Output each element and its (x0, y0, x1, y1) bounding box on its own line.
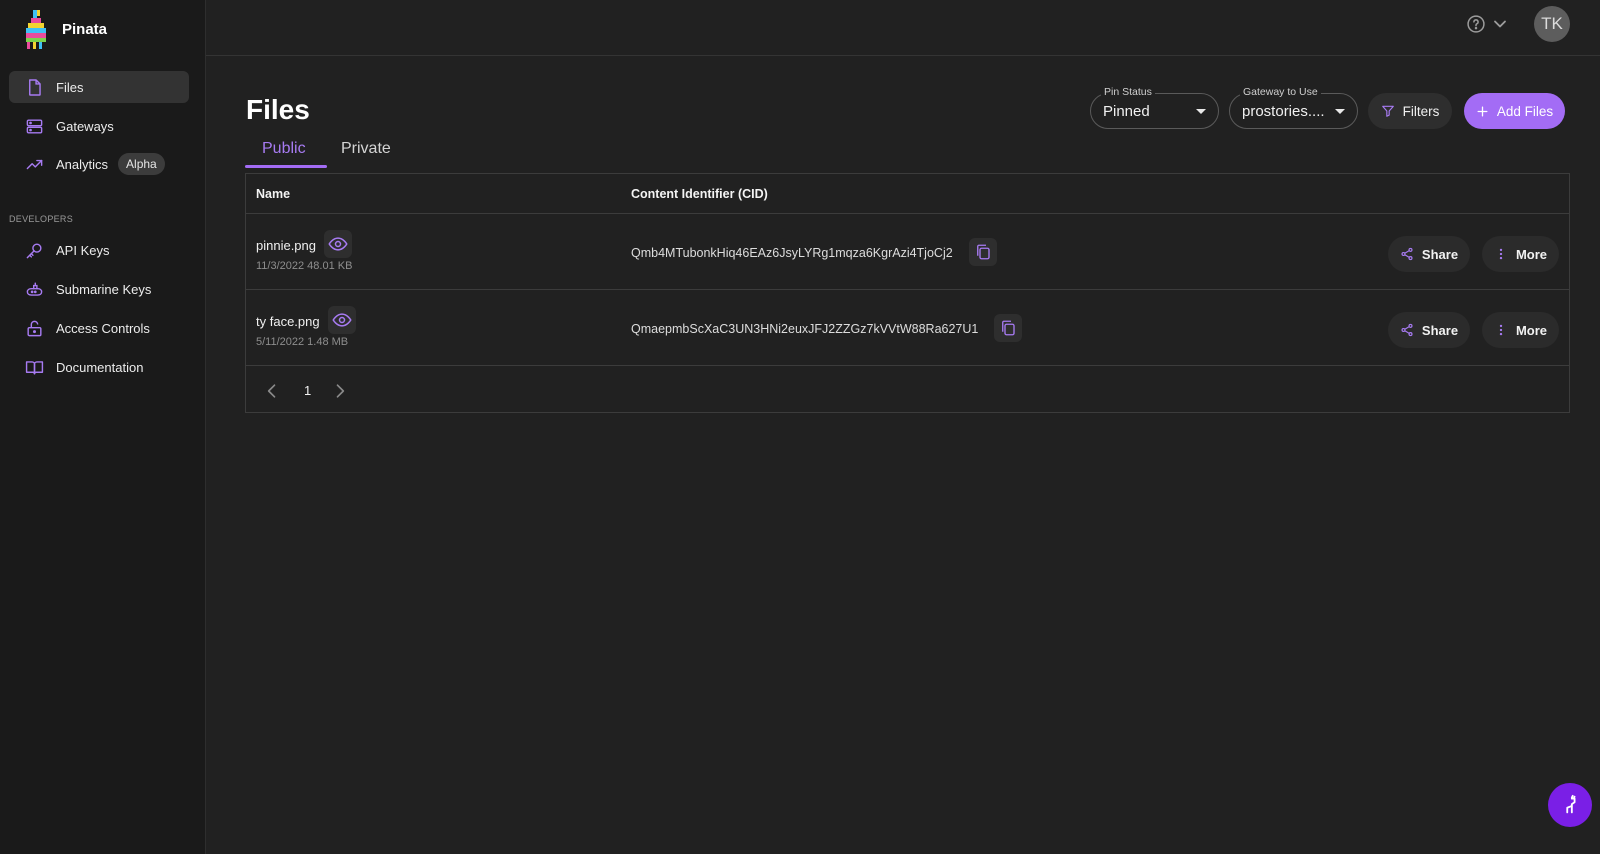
more-vertical-icon (1499, 324, 1503, 336)
preview-button[interactable] (324, 230, 352, 258)
column-header-cid: Content Identifier (CID) (631, 187, 768, 201)
eye-icon (328, 237, 348, 251)
top-bar: TK (206, 0, 1600, 56)
gateway-value: prostories.... (1242, 103, 1325, 120)
table-header: Name Content Identifier (CID) (246, 174, 1569, 214)
file-icon (29, 78, 41, 96)
chevron-down-icon (1494, 20, 1506, 28)
brand-name: Pinata (62, 20, 108, 38)
pin-status-select[interactable]: Pin Status Pinned (1090, 86, 1219, 129)
copy-icon (977, 244, 990, 260)
current-page[interactable]: 1 (304, 383, 311, 398)
pagination: 1 (246, 368, 1569, 414)
sidebar-item-gateways[interactable]: Gateways (9, 110, 189, 142)
active-tab-indicator (245, 165, 327, 168)
file-meta: 5/11/2022 1.48 MB (256, 336, 349, 348)
support-chat-button[interactable] (1548, 783, 1592, 827)
pinata-logo-icon (26, 10, 46, 49)
table-row: ty face.png 5/11/2022 1.48 MB QmaepmbScX… (246, 290, 1569, 366)
more-vertical-icon (1499, 248, 1503, 260)
sidebar-item-files[interactable]: Files (9, 71, 189, 103)
sidebar-item-submarine-keys[interactable]: Submarine Keys (9, 273, 189, 305)
sidebar-item-label: API Keys (56, 242, 110, 258)
sidebar-item-label: Analytics (56, 156, 109, 172)
sidebar-item-label: Access Controls (56, 320, 150, 336)
add-files-label: Add Files (1496, 103, 1554, 119)
filter-icon (1381, 105, 1394, 117)
table-row: pinnie.png 11/3/2022 48.01 KB Qmb4MTubon… (246, 214, 1569, 290)
preview-button[interactable] (328, 306, 356, 334)
sidebar-item-api-keys[interactable]: API Keys (9, 234, 189, 266)
file-cid[interactable]: Qmb4MTubonkHiq46EAz6JsyLYRg1mqza6KgrAzi4… (631, 246, 953, 260)
share-icon (1401, 247, 1413, 261)
help-menu[interactable] (1466, 14, 1510, 34)
llama-icon (1566, 794, 1576, 814)
eye-icon (332, 313, 352, 327)
chevron-right-icon[interactable] (330, 381, 350, 401)
tab-private[interactable]: Private (341, 140, 391, 158)
files-table: Name Content Identifier (CID) pinnie.png… (245, 173, 1570, 413)
sidebar-item-label: Documentation (56, 359, 144, 375)
more-button[interactable]: More (1482, 312, 1559, 348)
pin-status-value: Pinned (1103, 103, 1150, 120)
column-header-name: Name (256, 187, 291, 201)
submarine-icon (26, 281, 43, 296)
filters-label: Filters (1402, 103, 1440, 119)
avatar[interactable]: TK (1534, 6, 1570, 42)
sidebar-item-label: Submarine Keys (56, 281, 152, 297)
key-icon (26, 242, 42, 258)
share-button[interactable]: Share (1388, 312, 1470, 348)
caret-down-icon (1335, 109, 1345, 114)
sidebar-item-label: Files (56, 79, 84, 95)
page-title: Files (246, 94, 310, 125)
file-name: pinnie.png (256, 238, 316, 253)
file-name: ty face.png (256, 314, 320, 329)
file-cid[interactable]: QmaepmbScXaC3UN3HNi2euxJFJ2ZZGz7kVVtW88R… (631, 322, 978, 336)
brand[interactable]: Pinata (22, 8, 107, 50)
tab-public[interactable]: Public (262, 140, 306, 158)
share-icon (1401, 323, 1413, 337)
sidebar: Pinata Files Gateways Analytics Alpha DE… (0, 0, 206, 854)
server-icon (26, 118, 43, 134)
gateway-select[interactable]: Gateway to Use prostories.... (1229, 86, 1358, 129)
filters-button[interactable]: Filters (1368, 93, 1452, 129)
developers-section-label: DEVELOPERS (9, 214, 74, 224)
book-icon (25, 360, 44, 375)
copy-icon (1002, 320, 1015, 336)
copy-cid-button[interactable] (994, 314, 1022, 342)
caret-down-icon (1196, 109, 1206, 114)
more-label: More (1515, 322, 1548, 338)
question-circle-icon (1467, 15, 1485, 33)
file-meta: 11/3/2022 48.01 KB (256, 260, 353, 272)
add-files-button[interactable]: Add Files (1464, 93, 1565, 129)
sidebar-item-label: Gateways (56, 118, 114, 134)
copy-cid-button[interactable] (969, 238, 997, 266)
chevron-left-icon[interactable] (262, 381, 282, 401)
sidebar-item-access-controls[interactable]: Access Controls (9, 312, 189, 344)
gateway-label: Gateway to Use (1240, 86, 1321, 98)
sidebar-item-documentation[interactable]: Documentation (9, 351, 189, 383)
trend-up-icon (26, 159, 43, 169)
share-button[interactable]: Share (1388, 236, 1470, 272)
more-button[interactable]: More (1482, 236, 1559, 272)
lock-icon (27, 320, 42, 336)
sidebar-item-analytics[interactable]: Analytics Alpha (9, 148, 189, 180)
plus-icon (1477, 106, 1488, 116)
share-label: Share (1421, 322, 1459, 338)
alpha-badge: Alpha (118, 153, 165, 175)
pin-status-label: Pin Status (1101, 86, 1155, 98)
share-label: Share (1421, 246, 1459, 262)
more-label: More (1515, 246, 1548, 262)
